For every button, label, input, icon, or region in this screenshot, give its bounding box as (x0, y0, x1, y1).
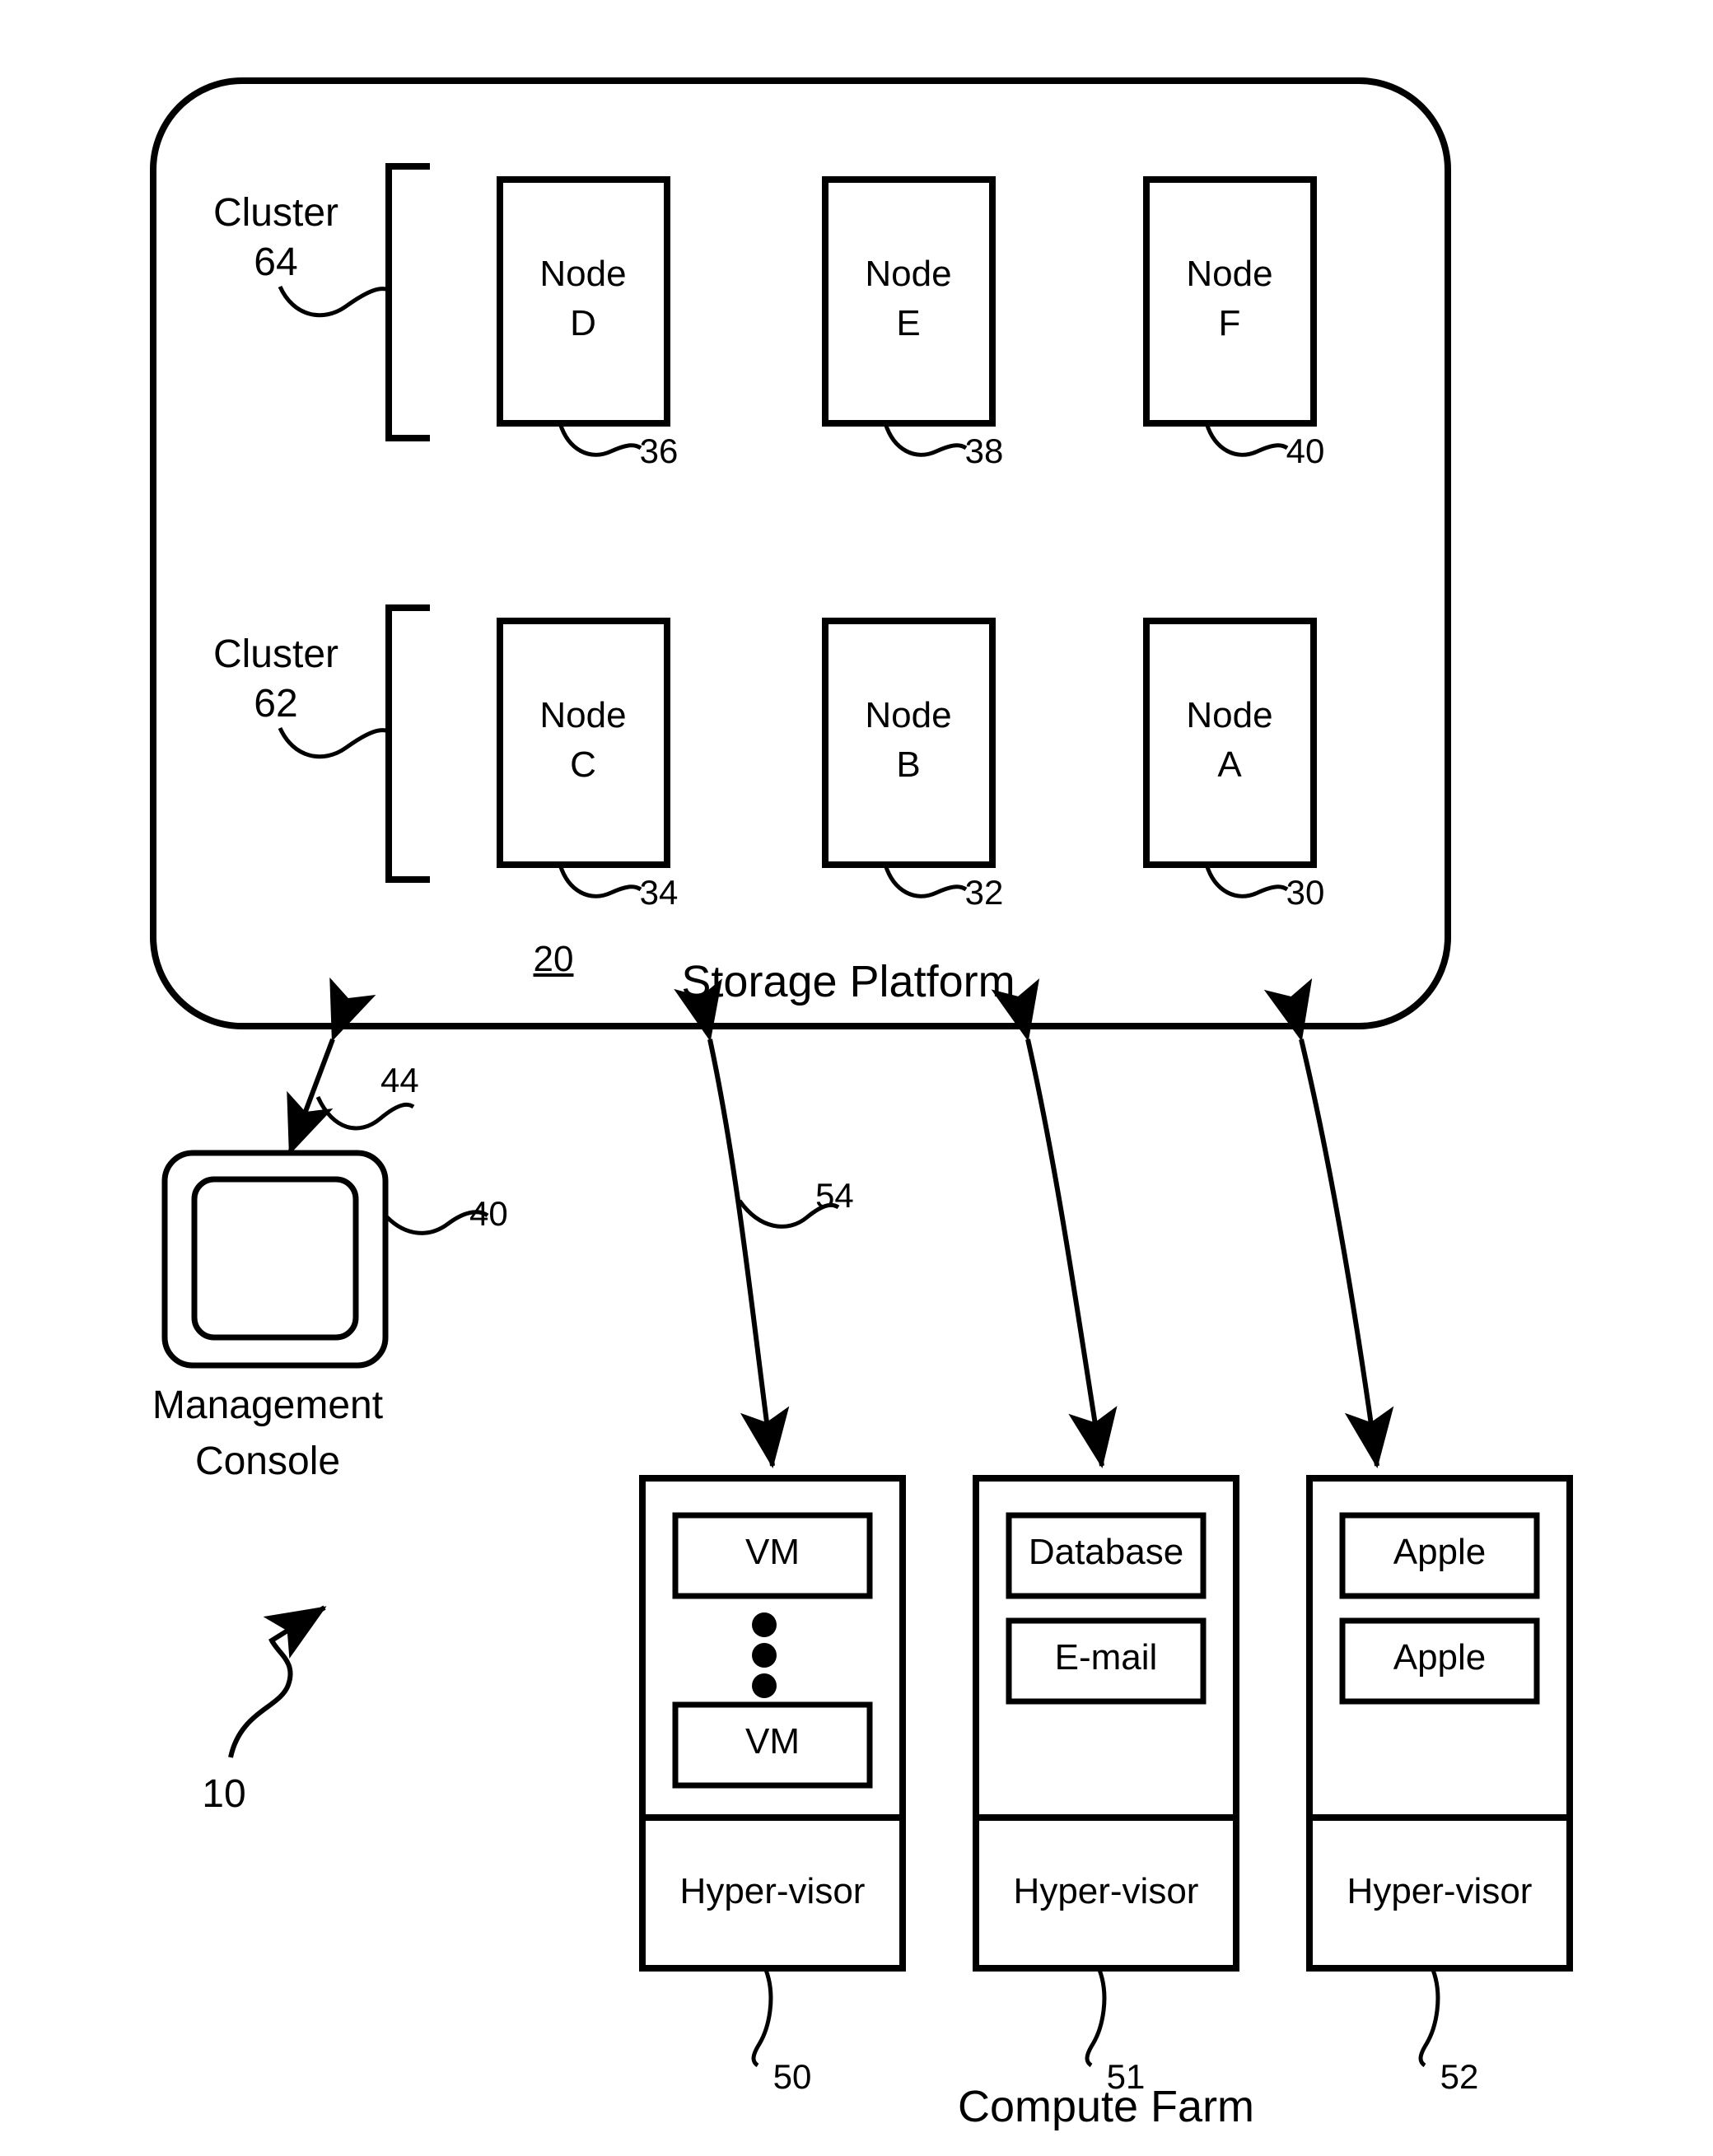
arrow-server-52 (1263, 978, 1394, 1468)
workload-label-50-2: VM (745, 1721, 800, 1762)
node-b-leader (883, 864, 968, 898)
hypervisor-label-50: Hyper-visor (679, 1871, 866, 1911)
node-b-label-line2: B (896, 744, 921, 785)
node-box-f (1143, 176, 1317, 427)
cluster-64-leader (278, 285, 390, 318)
workload-label-52-2: Apple (1393, 1637, 1487, 1678)
node-c-label-line1: Node (539, 695, 627, 735)
node-b-label-line1: Node (865, 695, 952, 735)
node-b-numeral: 32 (964, 873, 1004, 912)
workload-label-51-1: Database (1028, 1532, 1184, 1572)
node-d-label-line1: Node (539, 254, 627, 294)
node-a-leader (1204, 864, 1289, 898)
arrow-server-51 (991, 978, 1118, 1468)
workload-label-50-1: VM (745, 1532, 800, 1572)
cluster-64-numeral: 64 (254, 240, 298, 284)
cluster-64-label: Cluster (212, 191, 339, 235)
node-box-b (822, 618, 996, 868)
node-box-e (822, 176, 996, 427)
ellipsis-dot (752, 1643, 777, 1668)
management-console-outer (161, 1150, 389, 1369)
storage-platform-numeral: 20 (533, 939, 574, 979)
patent-figure: Cluster 64 Cluster 62 Node D 36 Node E 3… (0, 0, 1713, 2156)
node-f-leader (1204, 422, 1289, 457)
management-console-numeral: 40 (469, 1194, 508, 1233)
management-console-label-line2: Console (194, 1440, 341, 1483)
node-box-d (497, 176, 670, 427)
link-44-numeral: 44 (380, 1061, 419, 1099)
cluster-62-bracket (385, 604, 430, 883)
workload-label-51-2: E-mail (1054, 1637, 1158, 1678)
node-d-label-line2: D (570, 303, 596, 343)
node-e-label-line1: Node (865, 254, 952, 294)
hypervisor-label-51: Hyper-visor (1013, 1871, 1199, 1911)
hypervisor-label-52: Hyper-visor (1347, 1871, 1533, 1911)
server-51-leader (1085, 1969, 1107, 2068)
storage-platform-title: Storage Platform (681, 957, 1015, 1006)
arrow-44-link (287, 977, 376, 1155)
node-c-numeral: 34 (639, 873, 679, 912)
arrow-44-leader (315, 1095, 415, 1131)
node-a-numeral: 30 (1286, 873, 1325, 912)
cluster-62-leader (278, 726, 390, 759)
node-e-numeral: 38 (964, 432, 1004, 470)
management-console-screen (191, 1176, 359, 1341)
node-d-leader (558, 422, 642, 457)
storage-platform-outline (150, 77, 1451, 1029)
node-d-numeral: 36 (639, 432, 679, 470)
figure-reference-numeral: 10 (202, 1772, 246, 1816)
node-c-label-line2: C (570, 744, 596, 785)
server-50-leader (751, 1969, 773, 2068)
node-f-label-line2: F (1218, 303, 1241, 343)
node-c-leader (558, 864, 642, 898)
server-52-numeral: 52 (1440, 2057, 1479, 2096)
arrow-54-server-50 (674, 978, 790, 1468)
node-e-leader (883, 422, 968, 457)
node-box-c (497, 618, 670, 868)
node-a-label-line1: Node (1186, 695, 1273, 735)
ellipsis-dot (752, 1673, 777, 1698)
node-e-label-line2: E (896, 303, 921, 343)
cluster-62-label: Cluster (212, 632, 339, 676)
diagram-vector-layer (150, 77, 1573, 2068)
cluster-62-numeral: 62 (254, 682, 298, 726)
workload-label-52-1: Apple (1393, 1532, 1487, 1572)
management-console-label-line1: Management (152, 1384, 384, 1427)
node-f-numeral: 40 (1286, 432, 1325, 470)
ref-10-arrow (228, 1605, 327, 1758)
cluster-64-bracket (385, 163, 430, 441)
node-f-label-line1: Node (1186, 254, 1273, 294)
link-54-numeral: 54 (815, 1176, 854, 1215)
server-52-leader (1418, 1969, 1440, 2068)
node-box-a (1143, 618, 1317, 868)
compute-farm-label: Compute Farm (957, 2082, 1255, 2131)
server-50-numeral: 50 (772, 2057, 812, 2096)
ellipsis-dot (752, 1612, 777, 1637)
node-a-label-line2: A (1217, 744, 1242, 785)
